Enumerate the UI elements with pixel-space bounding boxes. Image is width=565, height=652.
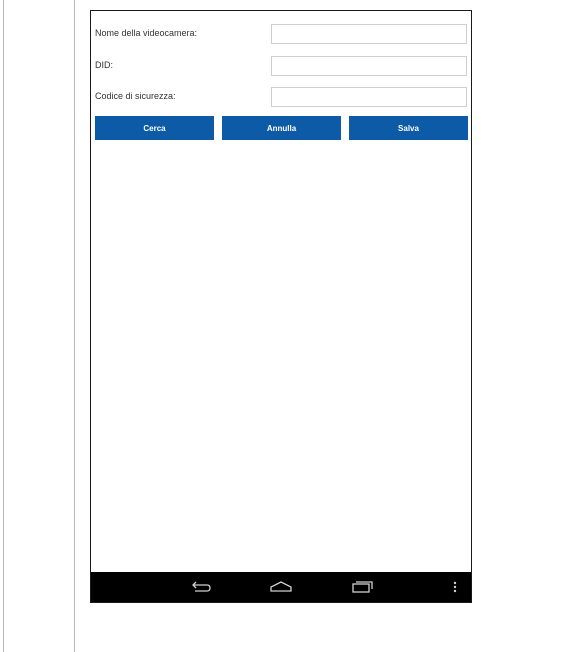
action-buttons: Cerca Annulla Salva: [95, 116, 469, 140]
page-column-rule: [74, 0, 75, 652]
page-margin-rule: [3, 0, 4, 652]
search-button[interactable]: Cerca: [95, 116, 214, 140]
did-row: DID:: [95, 56, 467, 76]
security-code-row: Codice di sicurezza:: [95, 87, 467, 107]
security-code-input[interactable]: [271, 87, 467, 107]
app-screen: Nome della videocamera: DID: Codice di s…: [91, 11, 471, 572]
tablet-screenshot: Nome della videocamera: DID: Codice di s…: [90, 10, 472, 603]
save-button[interactable]: Salva: [349, 116, 468, 140]
camera-name-input[interactable]: [271, 24, 467, 44]
system-navigation-bar: [91, 572, 471, 602]
did-input[interactable]: [271, 56, 467, 76]
recent-apps-icon[interactable]: [349, 577, 375, 597]
document-page: Nome della videocamera: DID: Codice di s…: [0, 0, 565, 652]
home-icon[interactable]: [268, 577, 294, 597]
back-icon[interactable]: [187, 577, 213, 597]
camera-name-row: Nome della videocamera:: [95, 24, 467, 44]
did-label: DID:: [95, 60, 113, 70]
cancel-button[interactable]: Annulla: [222, 116, 341, 140]
overflow-menu-icon[interactable]: [449, 577, 461, 597]
security-code-label: Codice di sicurezza:: [95, 91, 176, 101]
camera-name-label: Nome della videocamera:: [95, 28, 198, 38]
